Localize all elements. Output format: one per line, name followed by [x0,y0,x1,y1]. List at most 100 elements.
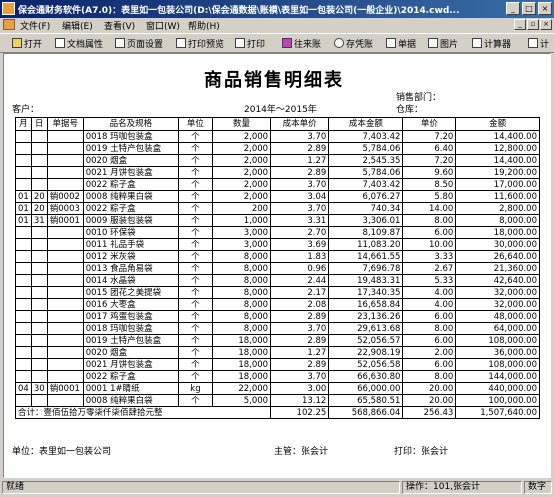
col-price: 单价 [402,117,457,131]
table-cell [15,178,32,191]
table-cell: 8,109.87 [328,226,404,239]
doc-minimize-button[interactable]: _ [514,19,526,30]
table-cell: 2.00 [402,346,457,359]
table-cell: 3.00 [270,382,330,395]
table-row: 0018 玛咖包装盒个 2,000 3.70 7,403.42 7.20 14,400.0… [15,130,540,143]
print-button[interactable]: 打印 [235,36,265,50]
table-row: 0018 玛咖包装盒个 8,000 3.70 29,613.68 8.00 64,000.… [15,322,540,335]
bill-label: 单据 [398,39,417,50]
accounts-button[interactable]: 往来账 [282,36,321,50]
table-cell: 个 [178,310,213,323]
table-cell [15,166,32,179]
status-bar: 就绪 操作：101,张会计 数字 [0,479,554,497]
maximize-button[interactable]: □ [522,2,536,15]
table-cell: 个 [178,334,213,347]
table-cell [46,250,84,263]
total-amount: 1,507,640.00 [455,406,540,419]
col-product: 品名及规格 [82,117,180,131]
menu-edit[interactable]: 编辑(E) [62,19,93,32]
key-icon [528,38,538,48]
menu-view[interactable]: 查看(V) [104,19,135,32]
calculator-icon [472,38,482,48]
table-cell: 04 [15,382,32,395]
open-button[interactable]: 打开 [12,36,42,50]
table-cell: 个 [178,214,213,227]
doc-properties-button[interactable]: 文档属性 [55,36,103,50]
table-cell: 01 [15,202,32,215]
bill-button[interactable]: 单据 [386,36,416,50]
table-cell: 200 [211,202,272,215]
table-cell: 7,696.78 [328,262,404,275]
table-cell: 个 [178,130,213,143]
table-cell: 销0001 [46,214,84,227]
table-cell: 个 [178,274,213,287]
table-row: 0022 粽子盒个 18,000 3.70 66,630.80 8.00 144,000.… [15,370,540,383]
menu-file[interactable]: 文件(F) [20,19,50,32]
print-preview-icon [176,38,186,48]
table-cell: 0022 粽子盒 [82,178,180,191]
more-button[interactable]: 计 [528,36,549,50]
table-cell: 32,000.00 [455,286,540,299]
printer-label: 打印：张会计 [394,447,449,457]
close-button[interactable]: × [538,2,552,15]
table-cell [30,394,48,407]
table-cell: 01 [15,190,32,203]
table-row: 0019 土特产包装盒个 2,000 2.89 5,784.06 6.40 12,800.… [15,142,540,155]
print-preview-button[interactable]: 打印预览 [176,36,224,50]
table-cell: 8,000 [211,298,272,311]
table-cell: 5,000 [211,394,272,407]
table-cell: 2.44 [270,274,330,287]
table-cell [30,178,48,191]
open-label: 打开 [24,39,43,50]
minimize-button[interactable]: _ [506,2,520,15]
table-cell: 1,000 [211,214,272,227]
table-cell: 0019 土特产包装盒 [82,142,180,155]
table-cell [15,130,32,143]
voucher-button[interactable]: 存凭账 [334,36,373,50]
table-cell [15,298,32,311]
document-icon[interactable] [3,19,15,30]
table-cell: 31 [30,214,48,227]
table-cell: 2,000 [211,178,272,191]
table-cell [30,262,48,275]
table-cell: 0021 月饼包装盒 [82,358,180,371]
voucher-label: 存凭账 [346,39,374,50]
doc-close-button[interactable]: × [540,19,552,30]
page-setup-button[interactable]: 页面设置 [115,36,163,50]
table-row: 01 20 销0002 0008 纯粹果白袋个 2,000 3.04 6,076.27 5.8… [15,190,540,203]
image-button[interactable]: 图片 [428,36,458,50]
table-cell [30,130,48,143]
table-cell: 个 [178,370,213,383]
table-cell: 2.70 [270,226,330,239]
table-cell: 32,000.00 [455,298,540,311]
table-cell: 2,800.00 [455,202,540,215]
table-cell [46,238,84,251]
table-cell: 22,000 [211,382,272,395]
table-cell: 52,056.58 [328,358,404,371]
calculator-button[interactable]: 计算器 [472,36,511,50]
table-row: 04 30 销0001 0001 1#睛纸 kg 22,000 3.00 66,000.00 2… [15,382,540,395]
menu-help[interactable]: 帮助(H) [188,19,220,32]
table-cell: 9.60 [402,166,457,179]
table-cell [15,310,32,323]
table-cell [15,142,32,155]
table-cell [30,358,48,371]
table-cell: 2,000 [211,130,272,143]
table-cell: 个 [178,202,213,215]
table-cell: 3.04 [270,190,330,203]
table-cell: 13.12 [270,394,330,407]
doc-restore-button[interactable]: ▫ [527,19,539,30]
table-cell: 3.70 [270,178,330,191]
table-cell [30,154,48,167]
title-bar: 保会通财务软件(A7.0)：表里如一包装公司(D:\保会通数据\账模\表里如一包… [0,0,554,18]
table-cell: 0018 玛咖包装盒 [82,130,180,143]
table-cell: 销0003 [46,202,84,215]
table-cell: 14,661.55 [328,250,404,263]
table-cell [46,262,84,275]
table-cell: 个 [178,190,213,203]
table-cell [46,154,84,167]
table-cell: 65,580.51 [328,394,404,407]
table-cell: 2.89 [270,334,330,347]
menu-window[interactable]: 窗口(W) [146,19,180,32]
table-cell [15,358,32,371]
